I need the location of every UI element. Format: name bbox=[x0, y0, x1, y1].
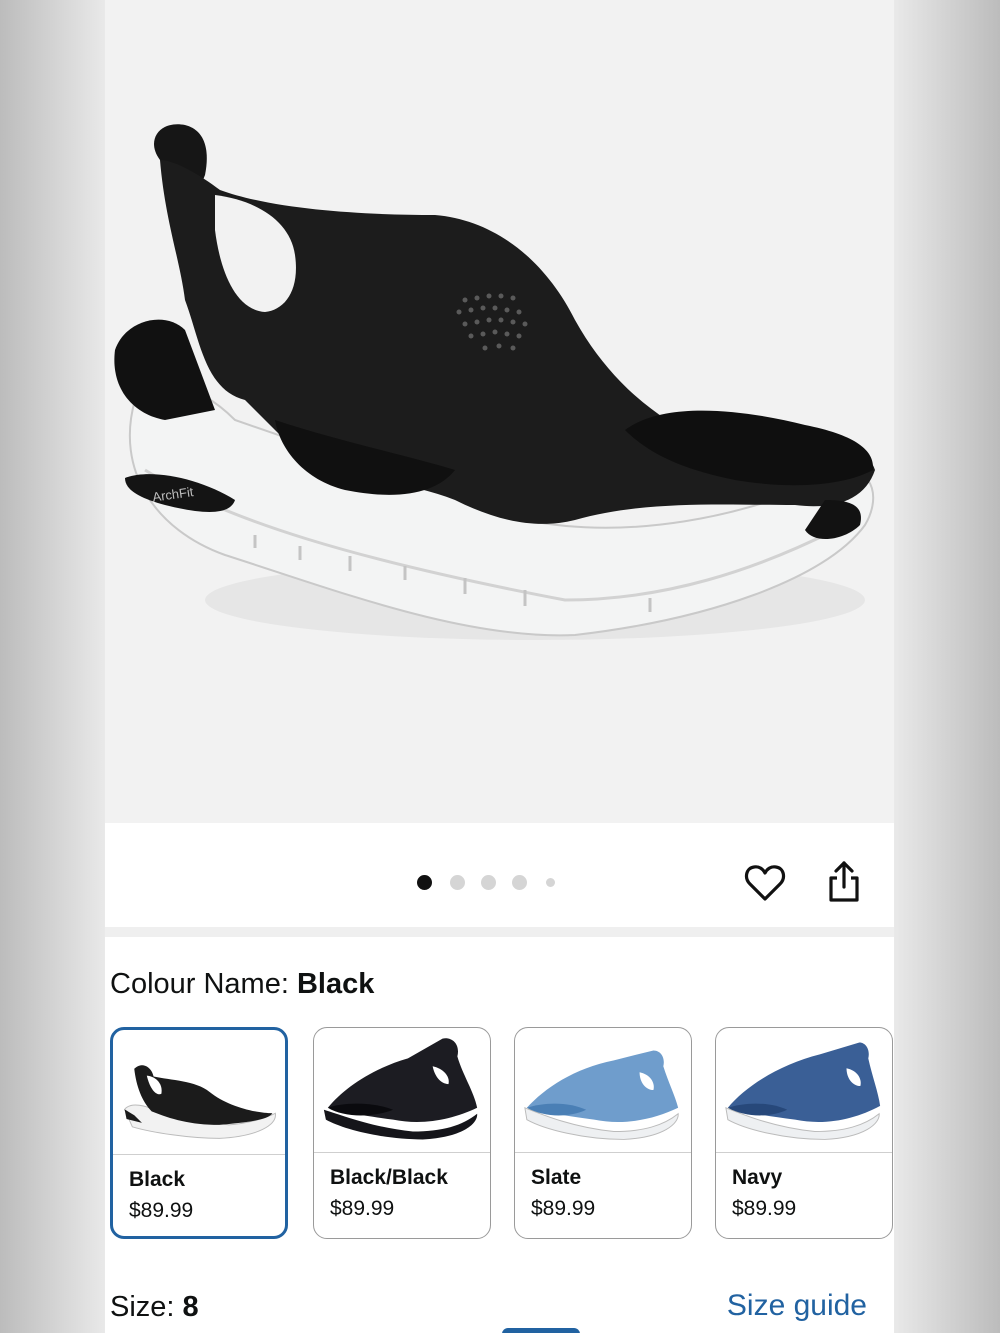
swatch-name: Black bbox=[129, 1168, 186, 1191]
colour-name-label: Colour Name: Black bbox=[110, 968, 374, 1001]
swatch-thumbnail bbox=[323, 1038, 478, 1140]
size-label-text: Size: bbox=[110, 1291, 183, 1323]
share-icon[interactable] bbox=[826, 860, 862, 909]
size-label: Size: 8 bbox=[110, 1291, 199, 1324]
product-image-gallery[interactable]: ArchFit bbox=[105, 0, 894, 823]
product-page: ArchFit Colour Name: Black Black $89.99 … bbox=[105, 0, 894, 1333]
gallery-controls bbox=[105, 823, 894, 927]
gallery-dot-1[interactable] bbox=[417, 875, 432, 890]
swatch-black-black[interactable]: Black/Black $89.99 bbox=[313, 1027, 491, 1239]
swatch-black[interactable]: Black $89.99 bbox=[110, 1027, 288, 1239]
swatch-name: Slate bbox=[531, 1166, 582, 1189]
gallery-dot-2[interactable] bbox=[450, 875, 465, 890]
right-backdrop bbox=[894, 0, 1000, 1333]
gallery-dot-3[interactable] bbox=[481, 875, 496, 890]
gallery-dot-5[interactable] bbox=[546, 878, 555, 887]
swatch-price: $89.99 bbox=[129, 1199, 194, 1222]
swatch-divider bbox=[515, 1152, 691, 1153]
colour-selected-value: Black bbox=[296, 968, 375, 1000]
swatch-name: Black/Black bbox=[330, 1166, 448, 1189]
size-selected-value: 8 bbox=[182, 1291, 199, 1323]
size-option-selected[interactable] bbox=[502, 1328, 580, 1333]
size-guide-link[interactable]: Size guide bbox=[727, 1289, 867, 1323]
colour-label-text: Colour Name: bbox=[110, 968, 297, 1000]
swatch-thumbnail bbox=[725, 1042, 881, 1140]
swatch-divider bbox=[716, 1152, 892, 1153]
heart-icon[interactable] bbox=[744, 863, 786, 908]
swatch-price: $89.99 bbox=[330, 1197, 395, 1220]
swatch-name: Navy bbox=[732, 1166, 783, 1189]
swatch-divider bbox=[113, 1154, 285, 1155]
swatch-price: $89.99 bbox=[732, 1197, 797, 1220]
swatch-divider bbox=[314, 1152, 490, 1153]
swatch-navy[interactable]: Navy $89.99 bbox=[715, 1027, 893, 1239]
swatch-price: $89.99 bbox=[531, 1197, 596, 1220]
product-image: ArchFit bbox=[114, 124, 875, 640]
section-divider bbox=[105, 927, 894, 937]
swatch-thumbnail bbox=[524, 1050, 679, 1140]
swatch-thumbnail bbox=[124, 1065, 276, 1139]
gallery-dot-4[interactable] bbox=[512, 875, 527, 890]
left-backdrop bbox=[0, 0, 105, 1333]
swatch-slate[interactable]: Slate $89.99 bbox=[514, 1027, 692, 1239]
